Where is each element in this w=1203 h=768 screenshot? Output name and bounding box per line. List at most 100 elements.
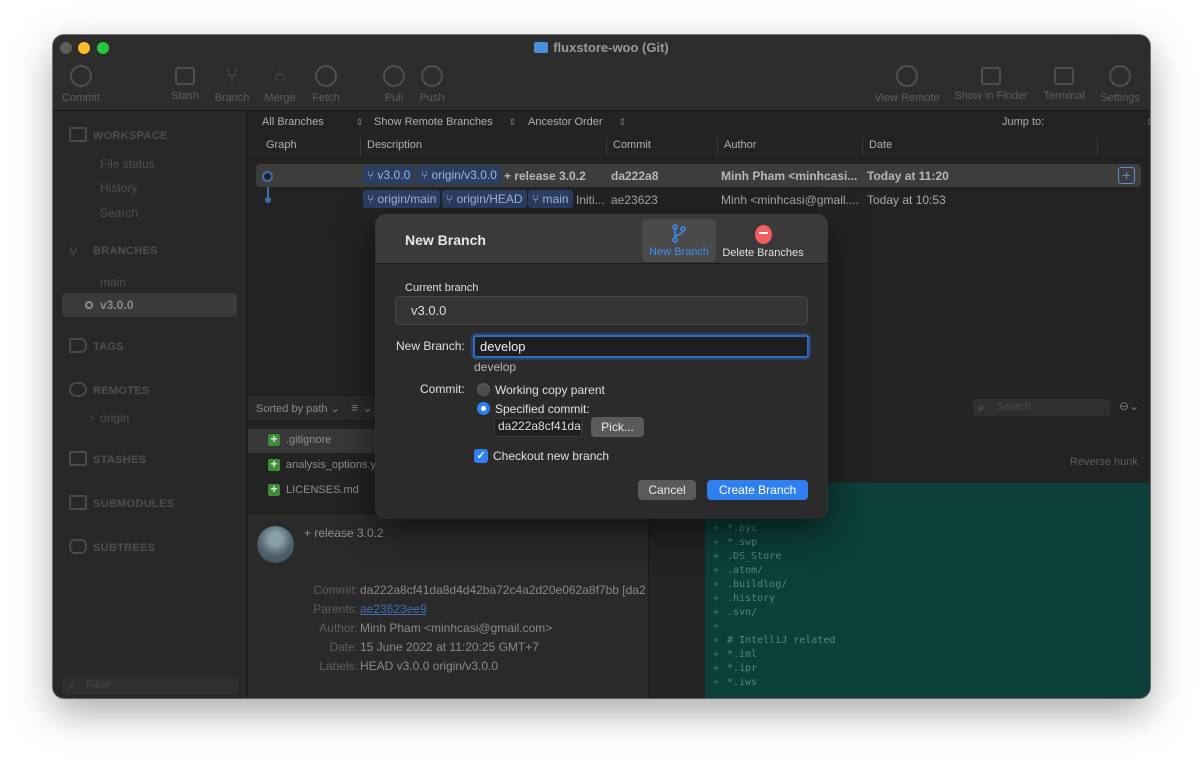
branches-filter-select[interactable]: All Branches ⇕: [262, 116, 363, 128]
sidebar-remote-origin[interactable]: › origin: [90, 411, 129, 425]
column-commit[interactable]: Commit: [613, 139, 651, 151]
sidebar-item-search[interactable]: Search: [100, 206, 138, 220]
new-branch-input[interactable]: [473, 335, 809, 358]
commit-row[interactable]: ⑂ origin/main ⑂ origin/HEAD ⑂ main Initi…: [256, 188, 1141, 210]
settings-toolbar-button[interactable]: Settings: [1098, 65, 1142, 104]
jump-to-updown-icon[interactable]: ⇕: [1136, 116, 1150, 128]
diff-line: + *.iws: [713, 677, 758, 688]
sidebar-section-branches[interactable]: ⑂ BRANCHES: [69, 245, 158, 262]
details-date-value: 15 June 2022 at 11:20:25 GMT+7: [360, 640, 539, 654]
graph-node-current: [262, 171, 273, 182]
order-select[interactable]: Ancestor Order ⇕: [528, 116, 626, 128]
history-filter-bar: All Branches ⇕ Show Remote Branches ⇕ Ance…: [248, 111, 1150, 133]
avatar: [257, 526, 294, 563]
column-divider[interactable]: [606, 137, 607, 155]
branch-tag[interactable]: ⑂ origin/main: [363, 190, 441, 208]
cloud-icon: [69, 382, 87, 397]
sidebar-section-tags[interactable]: TAGS: [69, 338, 124, 353]
branch-toolbar-button[interactable]: ⑂ Branch: [213, 65, 251, 104]
push-toolbar-button[interactable]: Push: [417, 65, 447, 104]
sidebar-section-submodules[interactable]: SUBMODULES: [69, 495, 174, 510]
commit-author: Minh Pham <minhcasi...: [721, 169, 858, 183]
commit-label: Commit:: [420, 382, 465, 396]
diff-search-input[interactable]: ⌕ Search: [973, 399, 1111, 416]
tab-new-branch[interactable]: New Branch: [642, 219, 716, 262]
specified-commit-label[interactable]: Specified commit:: [495, 402, 590, 416]
branch-tag[interactable]: ⑂ main: [528, 190, 573, 208]
tag-icon: [69, 338, 87, 353]
stash-icon: [175, 67, 195, 85]
diff-line: +: [713, 621, 720, 632]
jump-to-select[interactable]: Jump to:: [1002, 116, 1044, 128]
diff-line: + .DS_Store: [713, 551, 782, 562]
sidebar-filter-input[interactable]: ⌕ Filter: [62, 677, 238, 694]
search-icon: ⌕: [68, 678, 75, 692]
reverse-hunk-button[interactable]: Reverse hunk: [1070, 456, 1138, 468]
sidebar-item-history[interactable]: History: [100, 181, 137, 195]
add-icon[interactable]: +: [1118, 167, 1135, 184]
globe-icon: [896, 65, 918, 87]
tab-delete-branches[interactable]: Delete Branches: [720, 219, 806, 262]
merge-toolbar-button[interactable]: ⑃ Merge: [262, 65, 298, 104]
search-icon: ⌕: [978, 400, 985, 414]
commit-toolbar-button[interactable]: Commit: [61, 65, 101, 104]
details-author-label: Author:: [319, 621, 358, 635]
stash-toolbar-button[interactable]: Stash: [168, 65, 202, 102]
details-parents-link[interactable]: ae23623ee9: [360, 602, 648, 616]
folder-icon: [534, 42, 549, 53]
fetch-toolbar-button[interactable]: Fetch: [309, 65, 343, 104]
working-copy-parent-label[interactable]: Working copy parent: [495, 383, 605, 397]
column-divider[interactable]: [1097, 137, 1098, 155]
details-labels-value: HEAD v3.0.0 origin/v3.0.0: [360, 659, 499, 673]
graph-node: [265, 197, 271, 203]
sidebar-section-workspace[interactable]: WORKSPACE: [69, 127, 168, 142]
cancel-button[interactable]: Cancel: [638, 480, 696, 500]
checkout-new-branch-checkbox[interactable]: ✓: [474, 449, 488, 463]
pick-commit-button[interactable]: Pick...: [591, 417, 644, 437]
remote-branches-select[interactable]: Show Remote Branches ⇕: [374, 116, 516, 128]
terminal-toolbar-button[interactable]: Terminal: [1041, 65, 1087, 102]
list-view-select[interactable]: ≡ ⌄: [351, 400, 373, 416]
diff-line: + .atom/: [713, 565, 764, 576]
pull-toolbar-button[interactable]: Pull: [380, 65, 408, 104]
view-remote-toolbar-button[interactable]: View Remote: [873, 65, 941, 104]
show-in-finder-toolbar-button[interactable]: Show in Finder: [953, 65, 1029, 102]
column-divider[interactable]: [862, 137, 863, 155]
dialog-title: New Branch: [405, 232, 486, 248]
new-branch-dialog: New Branch New Branch Delete Branches Cu…: [376, 215, 827, 518]
merge-icon: ⑃: [274, 65, 286, 87]
working-copy-parent-radio[interactable]: [477, 383, 490, 396]
added-icon: +: [268, 433, 280, 446]
column-divider[interactable]: [360, 137, 361, 155]
branch-icon: ⑂: [226, 65, 238, 87]
dialog-header: New Branch New Branch Delete Branches: [376, 215, 827, 264]
column-date[interactable]: Date: [869, 139, 892, 151]
current-branch-field: v3.0.0: [395, 296, 808, 325]
details-commit-value: da222a8cf41da8d4d42ba72c4a2d20e062a8f7bb…: [360, 583, 646, 597]
specified-commit-input[interactable]: da222a8cf41da: [494, 418, 582, 437]
column-author[interactable]: Author: [724, 139, 756, 151]
diff-line: + .svn/: [713, 607, 758, 618]
diff-options-icon[interactable]: ⊖⌄: [1119, 399, 1139, 413]
updown-icon: ⇕: [508, 117, 517, 127]
column-divider[interactable]: [717, 137, 718, 155]
sort-select[interactable]: Sorted by path ⌄: [256, 402, 340, 415]
sidebar-section-stashes[interactable]: STASHES: [69, 451, 146, 466]
branch-tag[interactable]: ⑂ origin/HEAD: [442, 190, 527, 208]
sidebar-branch-current[interactable]: v3.0.0: [62, 293, 237, 317]
branch-tag[interactable]: ⑂ origin/v3.0.0: [417, 166, 501, 184]
specified-commit-radio[interactable]: [477, 402, 490, 415]
sidebar-branch-main[interactable]: main: [100, 275, 126, 289]
sidebar-item-file-status[interactable]: File status: [100, 157, 155, 171]
create-branch-button[interactable]: Create Branch: [707, 480, 808, 500]
checkout-new-branch-label[interactable]: Checkout new branch: [493, 449, 609, 463]
column-description[interactable]: Description: [367, 139, 422, 151]
sidebar-section-subtrees[interactable]: SUBTREES: [69, 539, 155, 554]
push-icon: [421, 65, 443, 87]
commit-row[interactable]: ⑂ v3.0.0 ⑂ origin/v3.0.0 + release 3.0.2…: [256, 164, 1141, 187]
pull-icon: [383, 65, 405, 87]
column-graph[interactable]: Graph: [266, 139, 297, 151]
branch-tag[interactable]: ⑂ v3.0.0: [363, 166, 415, 184]
sidebar-section-remotes[interactable]: REMOTES: [69, 382, 150, 397]
current-branch-label: Current branch: [405, 282, 479, 294]
